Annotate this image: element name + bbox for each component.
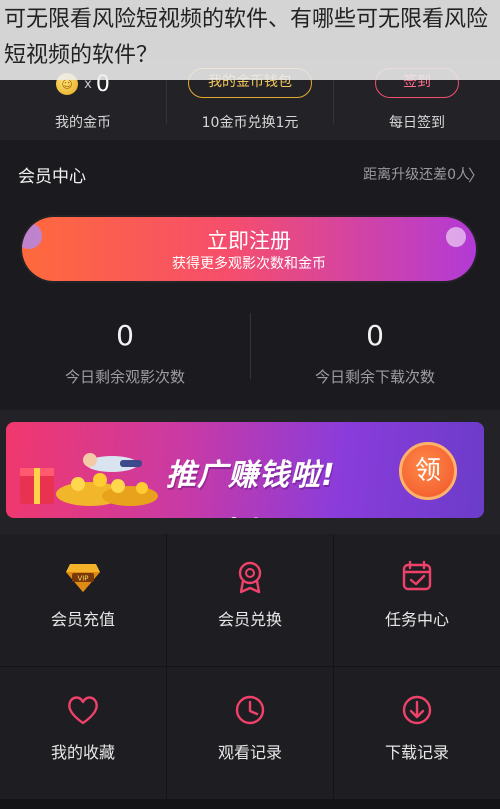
grid-item-watch-history[interactable]: 观看记录 [167,667,333,799]
register-subtitle: 获得更多观影次数和金币 [172,256,326,272]
download-icon [402,695,432,725]
promo-banner-section: 推广赚钱啦! 领 [0,410,500,534]
download-count: 0 [366,319,384,352]
grid-item-label: 会员兑换 [217,610,282,629]
carousel-dot[interactable] [251,517,260,518]
grid-item-label: 我的收藏 [50,743,115,762]
watch-count: 0 [116,319,134,352]
grid-item-vip-exchange[interactable]: 会员兑换 [167,534,333,666]
my-coins-label: 我的金币 [55,115,111,131]
carousel-dot-active[interactable] [230,517,239,518]
grid-item-favorites[interactable]: 我的收藏 [0,667,166,799]
grid-item-label: 会员充值 [50,610,115,629]
carousel-dots [6,510,484,518]
heart-icon [68,696,98,725]
page-caption: 可无限看风险短视频的软件、有哪些可无限看风险短视频的软件？ [0,0,500,80]
app-screen: ☺ x 0 我的金币 我的金币钱包 10金币兑换1元 签到 每日签到 会员中心 … [0,0,500,809]
member-center-title: 会员中心 [18,167,86,187]
calendar-check-icon [402,560,432,591]
register-title: 立即注册 [207,229,291,253]
vip-diamond-icon: VIP [66,564,100,592]
svg-text:VIP: VIP [77,575,88,583]
clock-icon [235,695,265,725]
grid-item-label: 观看记录 [217,743,282,762]
download-count-stat: 0 今日剩余下载次数 [250,305,500,387]
chevron-right-icon[interactable]: 〉 [468,162,484,186]
watch-count-label: 今日剩余观影次数 [64,368,185,386]
feature-grid: VIP 会员充值 会员兑换 任务中心 我的收藏 观看记录 下载记录 [0,534,500,809]
promo-banner[interactable]: 推广赚钱啦! 领 [6,422,484,518]
grid-item-task-center[interactable]: 任务中心 [334,534,500,666]
medal-icon [238,561,262,594]
register-button[interactable]: 立即注册 获得更多观影次数和金币 [22,217,476,281]
grid-item-vip-recharge[interactable]: VIP 会员充值 [0,534,166,666]
upgrade-hint[interactable]: 距离升级还差0人 [363,164,470,184]
grid-item-label: 任务中心 [384,610,449,629]
download-count-label: 今日剩余下载次数 [314,368,435,386]
remaining-counts: 0 今日剩余观影次数 0 今日剩余下载次数 [0,305,500,395]
daily-signin-label: 每日签到 [389,115,445,131]
member-center: 会员中心 距离升级还差0人 〉 立即注册 获得更多观影次数和金币 0 今日剩余观… [0,140,500,410]
banner-text: 推广赚钱啦! [166,458,336,493]
claim-button[interactable]: 领 [399,442,457,500]
grid-item-label: 下载记录 [384,743,449,762]
watch-count-stat: 0 今日剩余观影次数 [0,305,250,387]
grid-item-download-history[interactable]: 下载记录 [334,667,500,799]
exchange-rate-label: 10金币兑换1元 [201,115,299,131]
